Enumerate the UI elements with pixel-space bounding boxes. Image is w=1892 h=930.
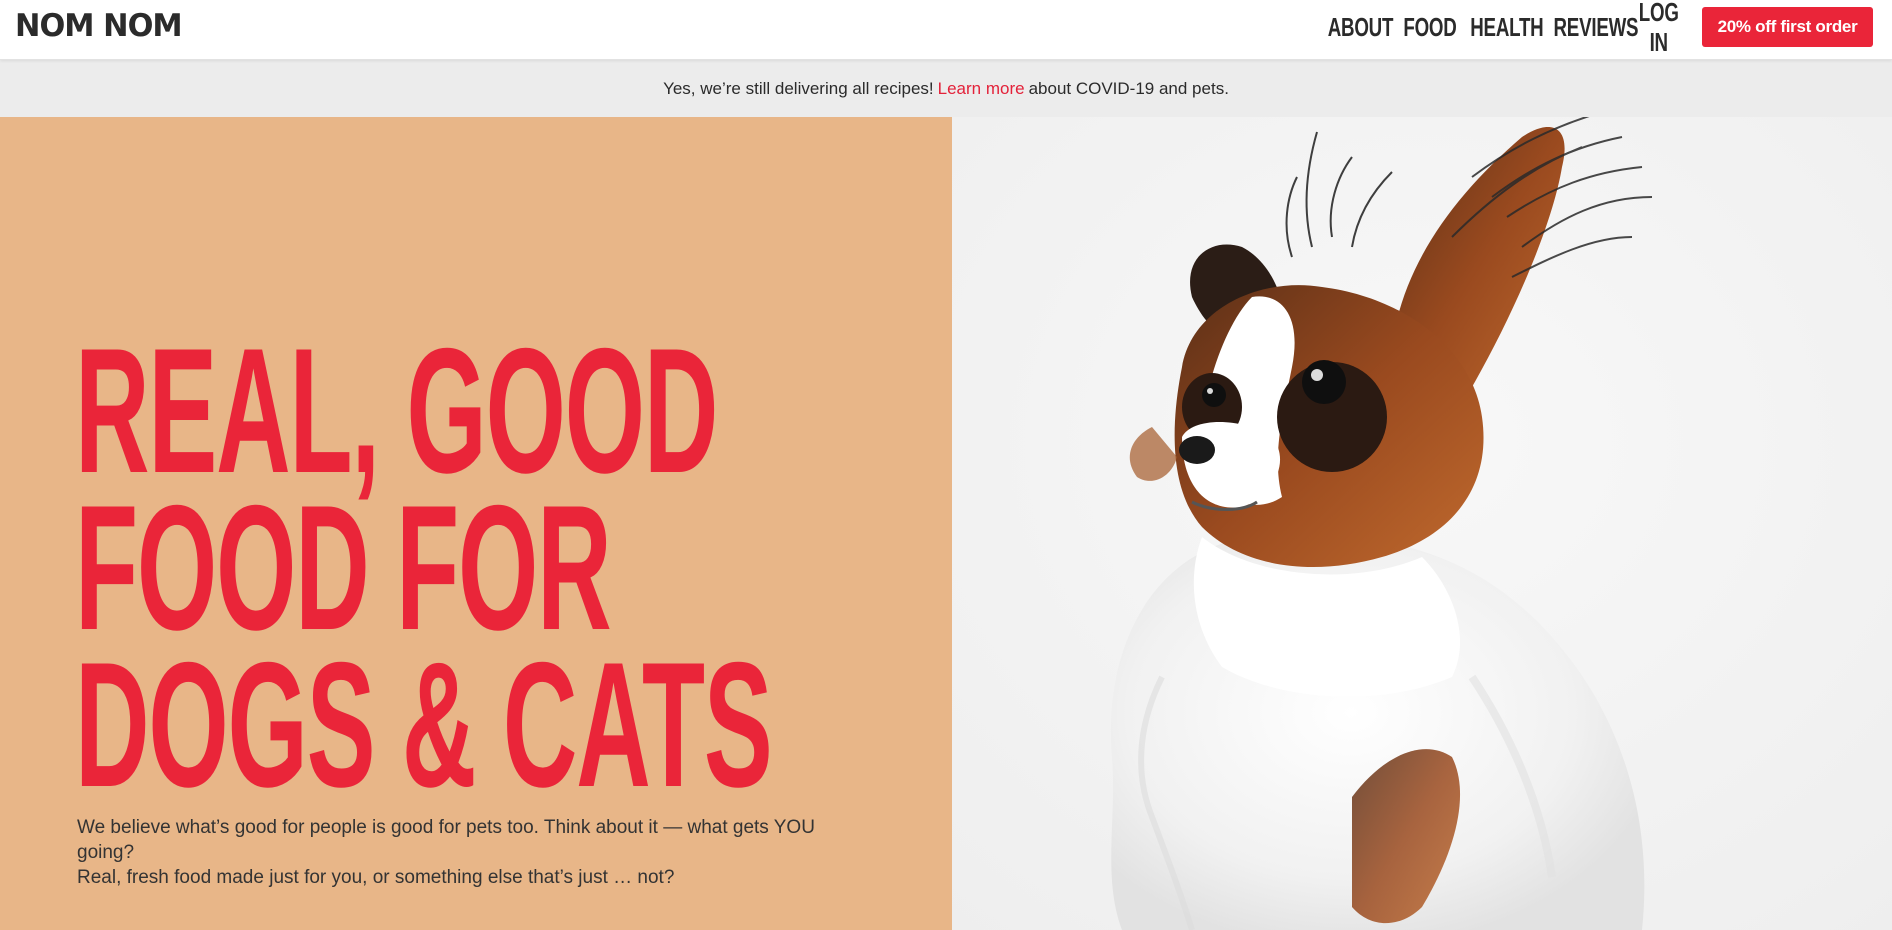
headline-line-3: DOGS & CATS (75, 625, 773, 824)
nav-health-link[interactable]: HEALTH (1470, 12, 1543, 42)
hero-subtext-line-2: Real, fresh food made just for you, or s… (77, 867, 675, 888)
site-header: NOM NOM ABOUT FOOD HEALTH REVIEWS LOG IN… (0, 0, 1892, 60)
main-nav: ABOUT FOOD HEALTH REVIEWS LOG IN 20% off… (1315, 0, 1892, 57)
covid-notice-banner: Yes, we’re still delivering all recipes!… (0, 60, 1892, 117)
headline-line-1: REAL, GOOD (75, 311, 718, 510)
hero-headline: REAL, GOOD FOOD FOR DOGS & CATS (75, 311, 773, 824)
hero-subtext-line-1: We believe what’s good for people is goo… (77, 817, 815, 863)
learn-more-link[interactable]: Learn more (938, 79, 1025, 99)
hero-subtext: We believe what’s good for people is goo… (77, 815, 877, 890)
first-order-discount-button[interactable]: 20% off first order (1702, 7, 1873, 47)
hero-image-panel (952, 117, 1892, 930)
nav-login-link[interactable]: LOG IN (1639, 0, 1679, 57)
banner-suffix-text: about COVID-19 and pets. (1028, 78, 1229, 98)
nav-about-link[interactable]: ABOUT (1328, 12, 1394, 42)
headline-line-2: FOOD FOR (75, 468, 612, 667)
nom-nom-logo[interactable]: NOM NOM (15, 7, 183, 45)
nav-food-link[interactable]: FOOD (1403, 12, 1456, 42)
papillon-dog-image (952, 117, 1892, 930)
banner-prefix-text: Yes, we’re still delivering all recipes! (663, 78, 934, 98)
hero-text-panel: REAL, GOOD FOOD FOR DOGS & CATS We belie… (0, 117, 952, 930)
nav-reviews-link[interactable]: REVIEWS (1553, 12, 1638, 42)
